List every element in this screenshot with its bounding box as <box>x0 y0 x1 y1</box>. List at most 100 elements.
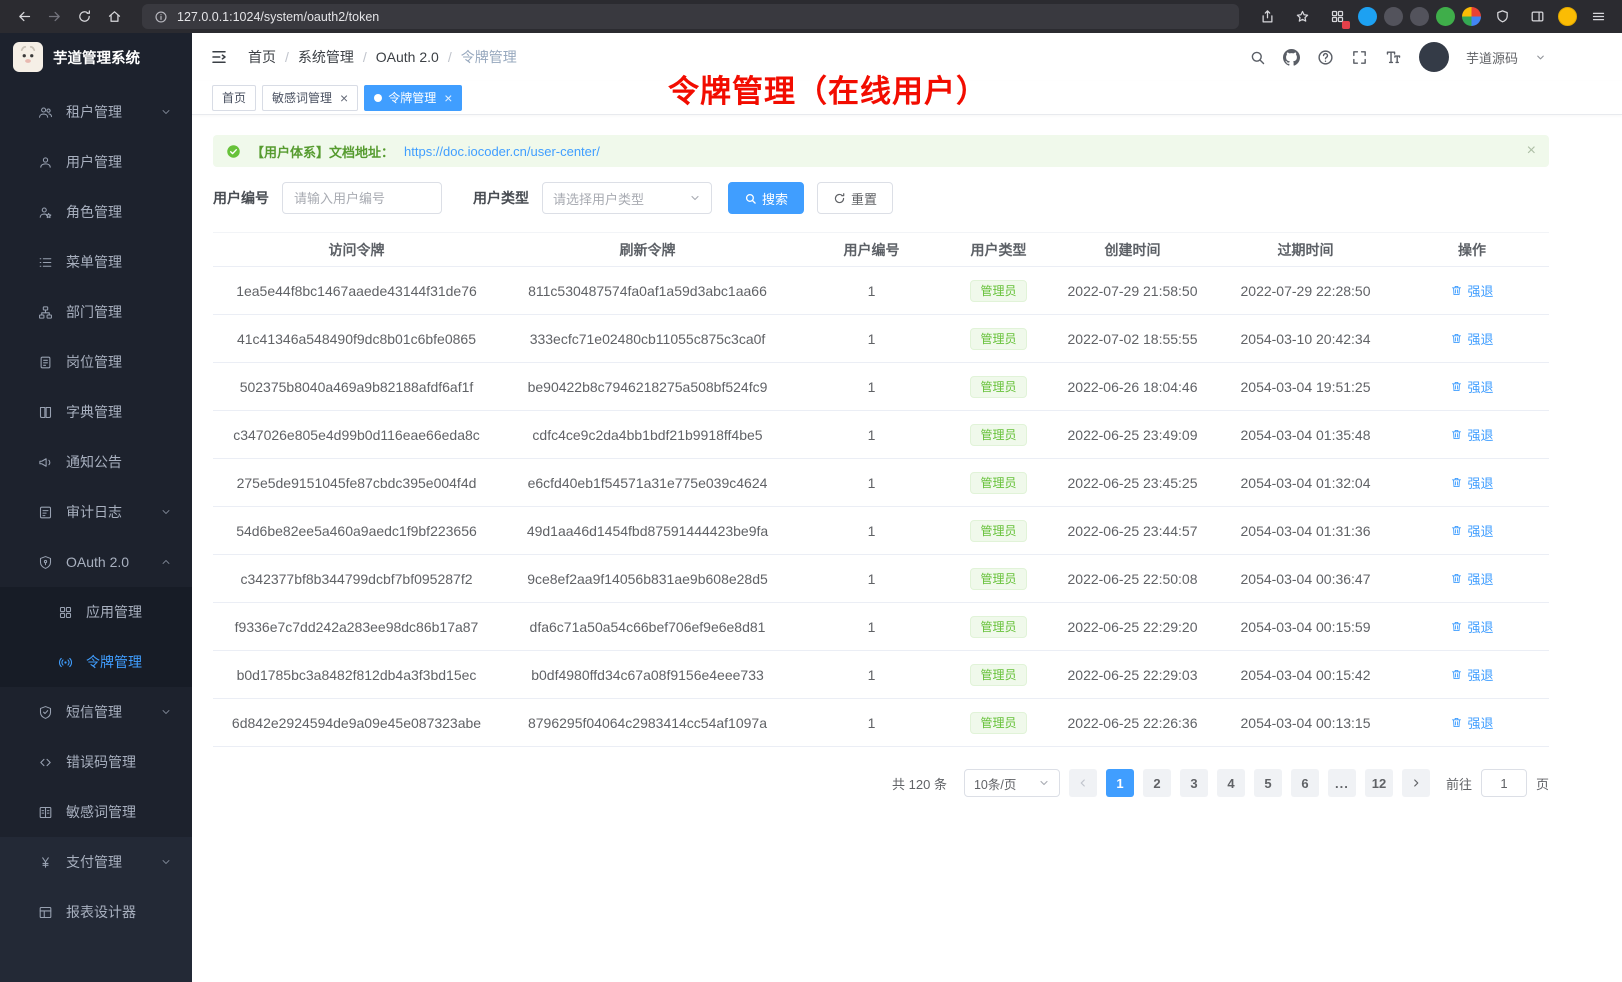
table-row: 6d842e2924594de9a09e45e087323abe8796295f… <box>213 699 1549 747</box>
force-logout-button[interactable]: 强退 <box>1450 425 1493 444</box>
address-bar[interactable]: 127.0.0.1:1024/system/oauth2/token <box>142 4 1239 29</box>
extension-dark2-icon[interactable] <box>1410 7 1429 26</box>
dict-icon <box>38 405 53 420</box>
user-name[interactable]: 芋道源码 <box>1466 48 1518 67</box>
sidebar-item-log[interactable]: 审计日志 <box>0 487 192 537</box>
force-logout-button[interactable]: 强退 <box>1450 473 1493 492</box>
force-logout-button[interactable]: 强退 <box>1450 569 1493 588</box>
sidebar-item-sensitive[interactable]: 敏感词管理 <box>0 787 192 837</box>
goto-page-input[interactable] <box>1481 769 1527 797</box>
extensions-puzzle-icon[interactable] <box>1462 7 1481 26</box>
sidebar-item-label: 报表设计器 <box>66 902 136 922</box>
sidebar-item-label: 岗位管理 <box>66 352 122 372</box>
alert-close-icon[interactable]: × <box>1527 143 1536 159</box>
app-menu-icon[interactable] <box>1584 4 1612 30</box>
table-head-row: 访问令牌刷新令牌用户编号用户类型创建时间过期时间操作 <box>213 233 1549 267</box>
nav-forward-icon[interactable] <box>40 4 68 30</box>
sidebar-item-pay[interactable]: 支付管理 <box>0 837 192 887</box>
errcode-icon <box>38 755 53 770</box>
page-button-2[interactable]: 2 <box>1143 769 1171 797</box>
menu-icon <box>38 255 53 270</box>
force-logout-button[interactable]: 强退 <box>1450 377 1493 396</box>
search-icon[interactable] <box>1249 49 1266 66</box>
font-size-icon[interactable] <box>1385 49 1402 66</box>
sidebar-item-post[interactable]: 岗位管理 <box>0 337 192 387</box>
privacy-shield-icon[interactable] <box>1488 4 1516 30</box>
access-token-cell: 6d842e2924594de9a09e45e087323abe <box>213 699 500 747</box>
user-type-select[interactable]: 请选择用户类型 <box>542 182 712 214</box>
prev-page-button[interactable] <box>1069 769 1097 797</box>
expires-time-cell: 2054-03-04 01:35:48 <box>1216 411 1395 459</box>
github-icon[interactable] <box>1283 49 1300 66</box>
breadcrumb-separator: / <box>285 49 289 65</box>
page-button-5[interactable]: 5 <box>1254 769 1282 797</box>
sidebar-item-dept[interactable]: 部门管理 <box>0 287 192 337</box>
force-logout-button[interactable]: 强退 <box>1450 281 1493 300</box>
close-tab-icon[interactable]: × <box>340 91 348 105</box>
page-size-select[interactable]: 10条/页 <box>964 769 1060 797</box>
force-logout-button[interactable]: 强退 <box>1450 713 1493 732</box>
extension-green-icon[interactable] <box>1436 7 1455 26</box>
page-button-6[interactable]: 6 <box>1291 769 1319 797</box>
sidebar-item-role[interactable]: 角色管理 <box>0 187 192 237</box>
chevron-down-icon <box>160 106 172 118</box>
page-content: 【用户体系】文档地址： https://doc.iocoder.cn/user-… <box>192 115 1622 982</box>
app-logo[interactable]: 芋道管理系统 <box>0 33 192 81</box>
extensions-icon[interactable] <box>1323 4 1351 30</box>
sidebar-item-app[interactable]: 应用管理 <box>0 587 192 637</box>
browser-nav-buttons <box>10 4 128 30</box>
access-token-cell: 1ea5e44f8bc1467aaede43144f31de76 <box>213 267 500 315</box>
share-icon[interactable] <box>1253 4 1281 30</box>
page-button-3[interactable]: 3 <box>1180 769 1208 797</box>
tenant-icon <box>38 105 53 120</box>
page-button-4[interactable]: 4 <box>1217 769 1245 797</box>
search-button[interactable]: 搜索 <box>728 182 804 214</box>
site-info-icon[interactable] <box>154 10 168 24</box>
reload-icon[interactable] <box>70 4 98 30</box>
user-avatar[interactable] <box>1419 42 1449 72</box>
fullscreen-icon[interactable] <box>1351 49 1368 66</box>
sidebar-item-sms[interactable]: 短信管理 <box>0 687 192 737</box>
sidebar-item-label: 菜单管理 <box>66 252 122 272</box>
force-logout-button[interactable]: 强退 <box>1450 521 1493 540</box>
extension-dark-icon[interactable] <box>1384 7 1403 26</box>
sidebar-item-oauth[interactable]: OAuth 2.0 <box>0 537 192 587</box>
next-page-button[interactable] <box>1402 769 1430 797</box>
tab-active[interactable]: 令牌管理× <box>364 85 462 111</box>
reset-button[interactable]: 重置 <box>817 182 893 214</box>
sidebar-item-dict[interactable]: 字典管理 <box>0 387 192 437</box>
more-pages-button[interactable]: ... <box>1328 769 1356 797</box>
breadcrumb-item[interactable]: 首页 <box>248 47 276 67</box>
page-button-12[interactable]: 12 <box>1365 769 1393 797</box>
sidebar-item-user[interactable]: 用户管理 <box>0 137 192 187</box>
table-body: 1ea5e44f8bc1467aaede43144f31de76811c5304… <box>213 267 1549 747</box>
sidebar-toggle-icon[interactable] <box>1523 4 1551 30</box>
breadcrumb-item[interactable]: OAuth 2.0 <box>376 49 439 65</box>
help-icon[interactable] <box>1317 49 1334 66</box>
user-id-input[interactable] <box>282 182 442 214</box>
sidebar-item-tenant[interactable]: 租户管理 <box>0 87 192 137</box>
sidebar-item-errcode[interactable]: 错误码管理 <box>0 737 192 787</box>
sidebar-item-token[interactable]: 令牌管理 <box>0 637 192 687</box>
close-tab-icon[interactable]: × <box>444 91 452 105</box>
user-type-cell: 管理员 <box>948 699 1049 747</box>
tab-item[interactable]: 首页 <box>212 85 256 111</box>
collapse-sidebar-icon[interactable] <box>210 48 228 66</box>
action-cell: 强退 <box>1395 411 1549 459</box>
chevron-down-icon[interactable] <box>1535 52 1546 63</box>
sidebar-item-menu[interactable]: 菜单管理 <box>0 237 192 287</box>
extension-blue-icon[interactable] <box>1358 7 1377 26</box>
sidebar-item-report[interactable]: 报表设计器 <box>0 887 192 937</box>
home-icon[interactable] <box>100 4 128 30</box>
sidebar-item-notice[interactable]: 通知公告 <box>0 437 192 487</box>
force-logout-button[interactable]: 强退 <box>1450 617 1493 636</box>
bookmark-star-icon[interactable] <box>1288 4 1316 30</box>
force-logout-button[interactable]: 强退 <box>1450 329 1493 348</box>
page-button-1[interactable]: 1 <box>1106 769 1134 797</box>
tab-item[interactable]: 敏感词管理× <box>262 85 358 111</box>
browser-profile-avatar[interactable] <box>1558 7 1577 26</box>
alert-doc-link[interactable]: https://doc.iocoder.cn/user-center/ <box>404 144 600 159</box>
breadcrumb-item[interactable]: 系统管理 <box>298 47 354 67</box>
nav-back-icon[interactable] <box>10 4 38 30</box>
force-logout-button[interactable]: 强退 <box>1450 665 1493 684</box>
